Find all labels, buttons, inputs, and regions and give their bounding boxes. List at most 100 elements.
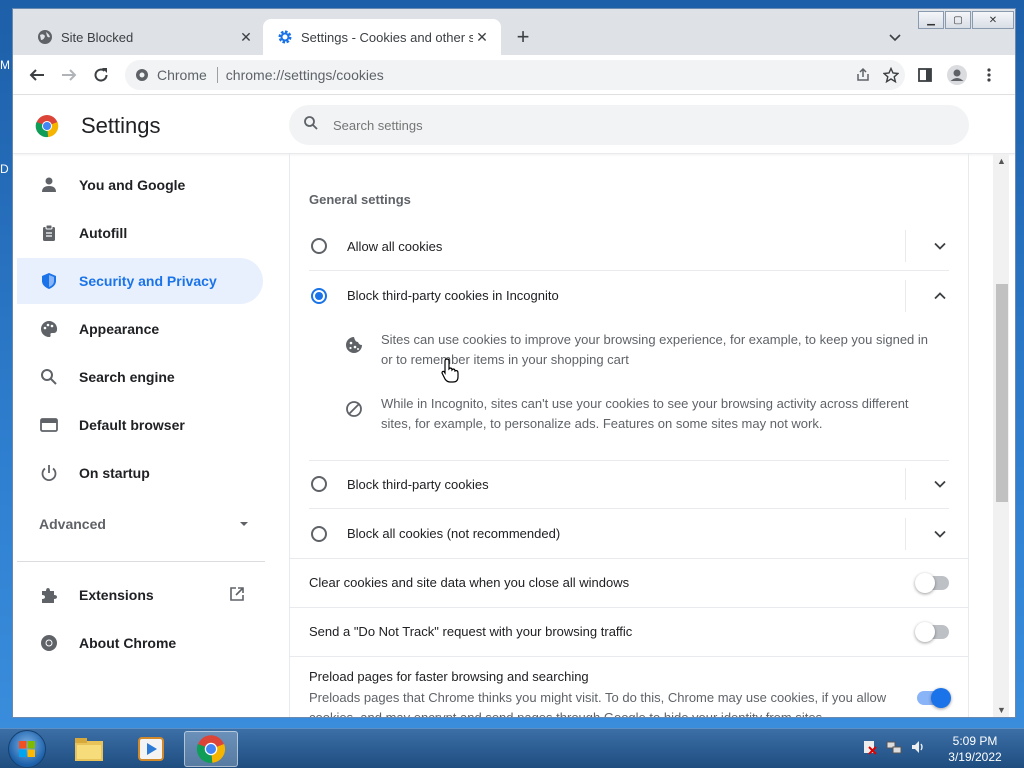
power-icon	[39, 463, 59, 483]
do-not-track-toggle[interactable]	[915, 621, 949, 642]
preload-toggle[interactable]	[917, 688, 951, 708]
preload-description: Preloads pages that Chrome thinks you mi…	[309, 690, 887, 718]
sidebar-item-label: About Chrome	[79, 635, 177, 651]
url-text[interactable]: chrome://settings/cookies	[226, 67, 849, 83]
settings-header: Settings	[13, 96, 1015, 154]
forward-button[interactable]	[57, 63, 81, 87]
caret-down-icon	[239, 516, 249, 532]
radio-button-selected[interactable]	[311, 287, 327, 304]
settings-page: Settings You and Google Autofill	[13, 96, 1015, 718]
chrome-icon	[136, 69, 148, 81]
bookmark-star-icon[interactable]	[877, 67, 905, 83]
profile-avatar[interactable]	[945, 63, 969, 87]
scroll-up-arrow-icon[interactable]: ▲	[997, 156, 1006, 166]
sidebar-item-label: Autofill	[79, 225, 128, 241]
share-icon[interactable]	[849, 67, 877, 83]
radio-button[interactable]	[311, 476, 327, 492]
sidebar-item-label: Appearance	[79, 321, 160, 337]
divider	[290, 656, 968, 657]
toggle-row-clear-on-close[interactable]: Clear cookies and site data when you clo…	[309, 558, 949, 607]
detail-incognito-blocked: While in Incognito, sites can't use your…	[345, 394, 935, 434]
close-window-button[interactable]: ✕	[972, 11, 1014, 29]
sidebar-item-autofill[interactable]: Autofill	[17, 210, 263, 256]
preload-title: Preload pages for faster browsing and se…	[309, 669, 589, 684]
radio-label: Block third-party cookies in Incognito	[347, 288, 559, 303]
toggle-row-do-not-track[interactable]: Send a "Do Not Track" request with your …	[309, 607, 949, 656]
clear-on-close-toggle[interactable]	[915, 572, 949, 593]
clipboard-icon	[39, 223, 59, 243]
sidebar-item-on-startup[interactable]: On startup	[17, 450, 263, 496]
windows-logo-icon	[19, 741, 35, 757]
taskbar-media-player-icon[interactable]	[124, 731, 178, 767]
close-tab-icon[interactable]: ✕	[237, 28, 255, 46]
chrome-window: Site Blocked ✕ Settings - Cookies and ot…	[12, 8, 1016, 718]
radio-button[interactable]	[311, 238, 327, 254]
radio-allow-all-cookies[interactable]: Allow all cookies	[309, 222, 949, 271]
content-scrollbar[interactable]: ▲ ▼	[993, 154, 1009, 717]
back-button[interactable]	[25, 63, 49, 87]
minimize-button[interactable]: ▁	[918, 11, 944, 29]
toggle-label: Send a "Do Not Track" request with your …	[309, 624, 633, 639]
browser-icon	[39, 415, 59, 435]
address-bar[interactable]: Chrome chrome://settings/cookies	[125, 60, 905, 90]
radio-block-third-party[interactable]: Block third-party cookies	[309, 460, 949, 509]
search-settings-box[interactable]	[289, 105, 969, 145]
radio-label: Allow all cookies	[347, 238, 443, 254]
radio-label: Block all cookies (not recommended)	[347, 526, 561, 541]
network-icon[interactable]	[886, 739, 902, 760]
action-center-flag-icon[interactable]	[862, 739, 878, 760]
close-tab-icon[interactable]: ✕	[473, 28, 491, 46]
expand-chevron-icon[interactable]	[905, 517, 949, 550]
site-info-chip[interactable]: Chrome	[125, 67, 207, 83]
external-link-icon	[229, 586, 245, 605]
side-panel-icon[interactable]	[913, 63, 937, 87]
collapse-chevron-icon[interactable]	[905, 279, 949, 312]
volume-icon[interactable]	[910, 739, 926, 760]
sidebar-item-security-and-privacy[interactable]: Security and Privacy	[17, 258, 263, 304]
scroll-down-arrow-icon[interactable]: ▼	[997, 705, 1006, 715]
reload-button[interactable]	[89, 63, 113, 87]
radio-button[interactable]	[311, 525, 327, 542]
radio-block-third-party-incognito[interactable]: Block third-party cookies in Incognito	[309, 271, 949, 320]
maximize-button[interactable]: ▢	[945, 11, 971, 29]
search-icon	[39, 367, 59, 387]
section-title: General settings	[309, 192, 411, 207]
taskbar-chrome-icon[interactable]	[184, 731, 238, 767]
advanced-label: Advanced	[39, 516, 106, 532]
taskbar-explorer-icon[interactable]	[62, 731, 116, 767]
scrollbar-thumb[interactable]	[996, 284, 1008, 502]
sidebar-advanced-toggle[interactable]: Advanced	[39, 516, 249, 532]
taskbar-clock[interactable]: 5:09 PM 3/19/2022	[940, 733, 1010, 765]
chrome-icon	[39, 633, 59, 653]
sidebar-item-default-browser[interactable]: Default browser	[17, 402, 263, 448]
sidebar-item-label: Extensions	[79, 587, 154, 603]
clock-date: 3/19/2022	[948, 750, 1002, 764]
detail-cookies-allowed: Sites can use cookies to improve your br…	[345, 330, 935, 370]
tab-title: Site Blocked	[61, 29, 134, 45]
search-icon	[303, 115, 319, 136]
window-controls: ▁ ▢ ✕	[917, 11, 1014, 31]
sidebar-item-search-engine[interactable]: Search engine	[17, 354, 263, 400]
windows-taskbar: 5:09 PM 3/19/2022	[0, 728, 1024, 768]
expand-chevron-icon[interactable]	[905, 468, 949, 500]
tab-settings[interactable]: Settings - Cookies and other site ✕	[263, 19, 501, 55]
browser-toolbar: Chrome chrome://settings/cookies	[13, 55, 1015, 95]
search-input[interactable]	[333, 117, 833, 133]
radio-block-all-cookies[interactable]: Block all cookies (not recommended)	[309, 509, 949, 558]
sidebar-item-you-and-google[interactable]: You and Google	[17, 162, 263, 208]
expand-chevron-icon[interactable]	[905, 230, 949, 262]
more-menu-icon[interactable]	[977, 63, 1001, 87]
tab-search-chevron-icon[interactable]	[885, 27, 905, 47]
block-icon	[345, 400, 363, 418]
sidebar-item-appearance[interactable]: Appearance	[17, 306, 263, 352]
hand-cursor-icon	[441, 358, 461, 389]
tab-strip: Site Blocked ✕ Settings - Cookies and ot…	[13, 9, 1015, 55]
palette-icon	[39, 319, 59, 339]
gear-icon	[277, 29, 293, 45]
sidebar-item-extensions[interactable]: Extensions	[17, 572, 263, 618]
sidebar-item-label: Security and Privacy	[79, 273, 217, 289]
new-tab-button[interactable]: +	[511, 24, 535, 49]
tab-site-blocked[interactable]: Site Blocked ✕	[23, 19, 265, 55]
start-button[interactable]	[8, 730, 46, 768]
sidebar-item-about-chrome[interactable]: About Chrome	[17, 620, 263, 666]
